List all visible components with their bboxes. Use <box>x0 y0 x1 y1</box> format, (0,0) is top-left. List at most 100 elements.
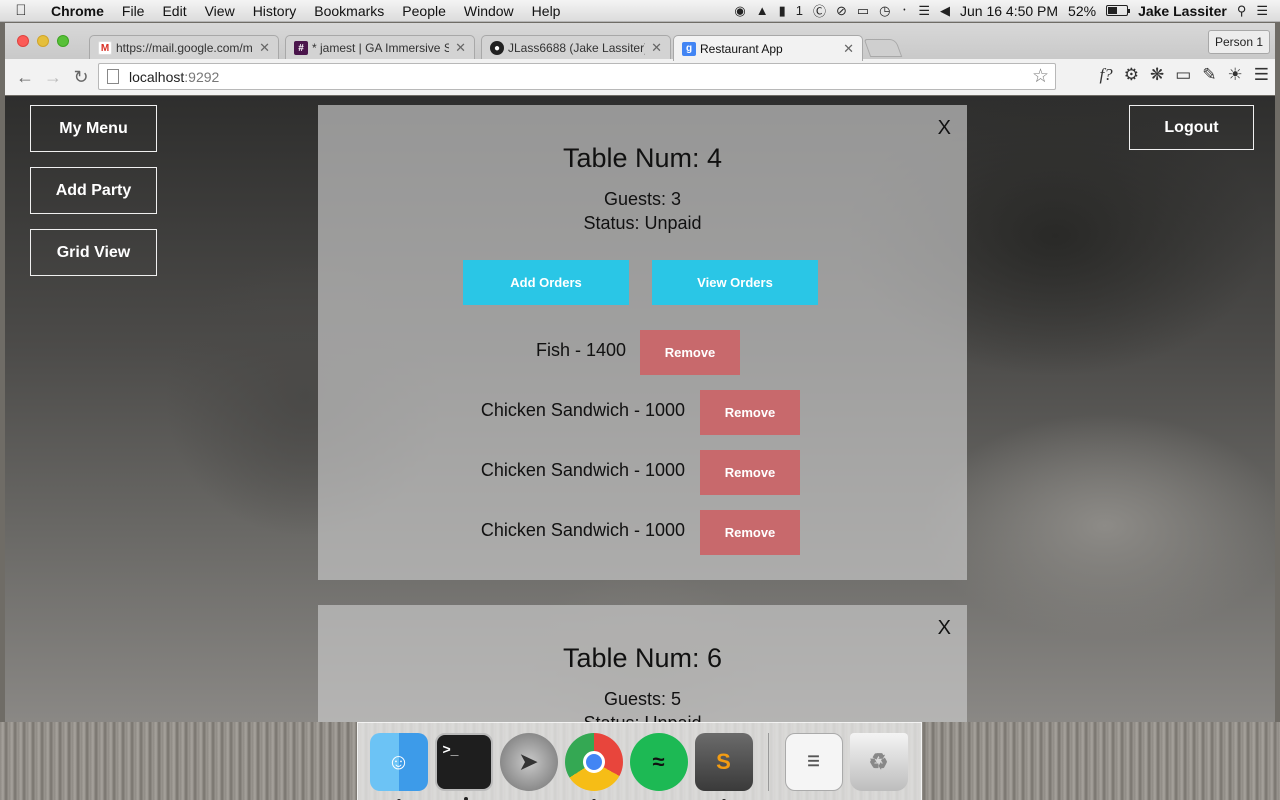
bluetooth-icon[interactable]: ᛫ <box>901 3 909 18</box>
font-finder-icon[interactable]: f? <box>1099 65 1112 85</box>
order-label: Chicken Sandwich - 1000 <box>480 460 685 480</box>
spotify-icon[interactable]: ≈ <box>629 732 688 791</box>
github-icon: ● <box>490 41 504 55</box>
menu-edit[interactable]: Edit <box>153 3 195 19</box>
window-zoom-button[interactable] <box>57 35 69 47</box>
adobe-icon[interactable]: ▮ <box>779 3 786 19</box>
tab-strip: M https://mail.google.com/m ✕ # * jamest… <box>5 23 1275 61</box>
tab-slack[interactable]: # * jamest | GA Immersive St ✕ <box>285 35 475 60</box>
order-item: Chicken Sandwich - 1000 Remove <box>318 450 967 495</box>
close-icon[interactable]: ✕ <box>259 40 270 56</box>
remove-order-button[interactable]: Remove <box>700 390 800 435</box>
gmail-icon: M <box>98 41 112 55</box>
back-arrow-icon[interactable]: ← <box>11 67 39 88</box>
payment-status: Status: Unpaid <box>583 213 702 233</box>
launchpad-icon[interactable]: ➤ <box>499 732 558 791</box>
skype-icon[interactable]: Ⓒ <box>813 1 826 20</box>
do-not-disturb-icon[interactable]: ⊘ <box>836 3 847 19</box>
eyedropper-icon[interactable]: ✎ <box>1202 65 1216 85</box>
tray-count: 1 <box>795 3 803 18</box>
add-party-button[interactable]: Add Party <box>30 167 157 214</box>
bookmark-star-icon[interactable]: ☆ <box>1032 65 1049 88</box>
battery-icon[interactable] <box>1106 5 1131 16</box>
close-card-button[interactable]: X <box>938 617 951 640</box>
gear-icon[interactable]: ⚙ <box>1124 65 1139 85</box>
tab-label: * jamest | GA Immersive St <box>312 41 450 55</box>
close-icon[interactable]: ✕ <box>651 40 662 56</box>
chrome-menu-icon[interactable]: ☰ <box>1254 65 1269 85</box>
volume-icon[interactable]: ◀ <box>940 3 950 19</box>
notification-center-icon[interactable]: ☰ <box>1256 3 1268 19</box>
order-item: Chicken Sandwich - 1000 Remove <box>318 390 967 435</box>
bug-icon[interactable]: ❋ <box>1150 65 1164 85</box>
menu-view[interactable]: View <box>196 3 244 19</box>
close-card-button[interactable]: X <box>938 117 951 140</box>
extension-icons: f? ⚙ ❋ ▭ ✎ ☀ ☰ <box>1099 65 1269 85</box>
page-icon <box>107 69 119 84</box>
table-title: Table Num: 6 <box>562 643 723 673</box>
window-close-button[interactable] <box>17 35 29 47</box>
menu-bookmarks[interactable]: Bookmarks <box>305 3 393 19</box>
tab-gmail[interactable]: M https://mail.google.com/m ✕ <box>89 35 279 60</box>
window-minimize-button[interactable] <box>37 35 49 47</box>
tab-label: https://mail.google.com/m <box>116 41 253 55</box>
tab-restaurant-app[interactable]: g Restaurant App ✕ <box>673 35 863 61</box>
document-icon[interactable]: ☰ <box>784 732 843 791</box>
profile-button[interactable]: Person 1 <box>1207 30 1270 54</box>
table-card: X Table Num: 6 Guests: 5 Status: Unpaid <box>318 605 967 722</box>
page-viewport: My Menu Add Party Grid View Logout X Tab… <box>5 96 1275 722</box>
menu-help[interactable]: Help <box>523 3 570 19</box>
spotlight-icon[interactable]: ⚲ <box>1237 3 1247 19</box>
order-item: Chicken Sandwich - 1000 Remove <box>318 510 967 555</box>
guest-count: Guests: 5 <box>603 689 682 709</box>
menu-file[interactable]: File <box>113 3 154 19</box>
apple-icon[interactable]:  <box>0 2 42 19</box>
menu-people[interactable]: People <box>393 3 455 19</box>
dock-separator <box>768 732 769 791</box>
order-label: Chicken Sandwich - 1000 <box>480 520 685 540</box>
url-host: localhost <box>129 68 185 85</box>
trash-icon[interactable]: ♻ <box>849 732 908 791</box>
airplay-icon[interactable]: ▭ <box>857 3 869 19</box>
menu-window[interactable]: Window <box>455 3 523 19</box>
menu-bar:  Chrome File Edit View History Bookmark… <box>0 0 1280 22</box>
battery-percent: 52% <box>1068 2 1097 19</box>
terminal-icon[interactable]: >_ <box>434 732 493 800</box>
my-menu-button[interactable]: My Menu <box>30 105 157 152</box>
cast-icon[interactable]: ▭ <box>1175 65 1191 85</box>
add-orders-button[interactable]: Add Orders <box>463 260 629 305</box>
close-icon[interactable]: ✕ <box>843 41 854 57</box>
new-tab-button[interactable] <box>863 39 903 57</box>
grid-view-button[interactable]: Grid View <box>30 229 157 276</box>
remove-order-button[interactable]: Remove <box>640 330 740 375</box>
close-icon[interactable]: ✕ <box>455 40 466 56</box>
creative-cloud-icon[interactable]: ◉ <box>734 3 745 19</box>
reload-icon[interactable]: ↻ <box>67 67 95 88</box>
user-name[interactable]: Jake Lassiter <box>1138 3 1227 19</box>
slack-icon: # <box>294 41 308 55</box>
view-orders-button[interactable]: View Orders <box>652 260 818 305</box>
wifi-icon[interactable]: ☰ <box>918 3 930 19</box>
satellite-icon[interactable]: ☀ <box>1228 65 1243 85</box>
address-bar[interactable]: localhost :9292 ☆ <box>98 63 1056 90</box>
tab-label: Restaurant App <box>700 41 783 56</box>
remove-order-button[interactable]: Remove <box>700 510 800 555</box>
alfred-icon[interactable]: ▲ <box>756 3 769 18</box>
browser-toolbar: ← → ↻ localhost :9292 ☆ f? ⚙ ❋ ▭ ✎ ☀ ☰ <box>5 59 1275 95</box>
menu-history[interactable]: History <box>244 3 306 19</box>
google-icon: g <box>682 41 696 56</box>
order-label: Fish - 1400 <box>535 340 626 360</box>
remove-order-button[interactable]: Remove <box>700 450 800 495</box>
order-item: Fish - 1400 Remove <box>318 330 967 375</box>
status-tray: ◉ ▲ ▮ 1 Ⓒ ⊘ ▭ ◷ ᛫ ☰ ◀ Jun 16 4:50 PM 52%… <box>734 1 1280 20</box>
chrome-icon[interactable] <box>564 732 623 800</box>
time-machine-icon[interactable]: ◷ <box>879 3 890 19</box>
sublime-text-icon[interactable]: S <box>694 732 753 800</box>
forward-arrow-icon[interactable]: → <box>39 67 67 88</box>
tab-github[interactable]: ● JLass6688 (Jake Lassiter) ✕ <box>481 35 671 60</box>
menu-app-chrome[interactable]: Chrome <box>42 3 113 19</box>
logout-button[interactable]: Logout <box>1129 105 1254 150</box>
clock[interactable]: Jun 16 4:50 PM <box>960 3 1058 19</box>
tab-label: JLass6688 (Jake Lassiter) <box>508 41 646 55</box>
finder-icon[interactable]: ☺ <box>369 732 428 800</box>
